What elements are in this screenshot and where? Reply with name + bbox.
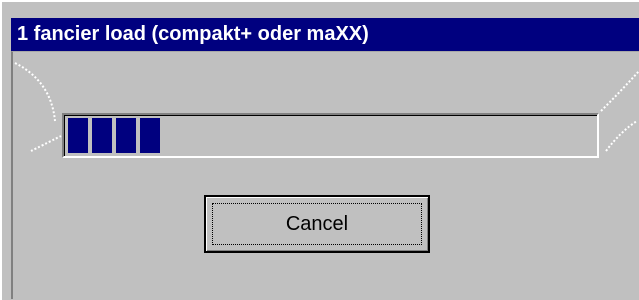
progress-blocks [68,118,163,153]
progress-bar [62,113,599,158]
cancel-button-label: Cancel [285,212,349,235]
progress-block [116,118,136,153]
cancel-button[interactable]: Cancel [204,195,430,253]
window-title: 1 fancier load (compakt+ oder maXX) [17,23,369,45]
progress-bar-fill [68,118,163,153]
dialog-window: 1 fancier load (compakt+ oder maXX) Canc… [0,0,639,300]
progress-block [140,118,160,153]
progress-block [68,118,88,153]
dialog-body [11,51,639,299]
cancel-button-focus-frame: Cancel [212,203,422,245]
title-bar[interactable]: 1 fancier load (compakt+ oder maXX) [11,18,639,51]
progress-block [92,118,112,153]
